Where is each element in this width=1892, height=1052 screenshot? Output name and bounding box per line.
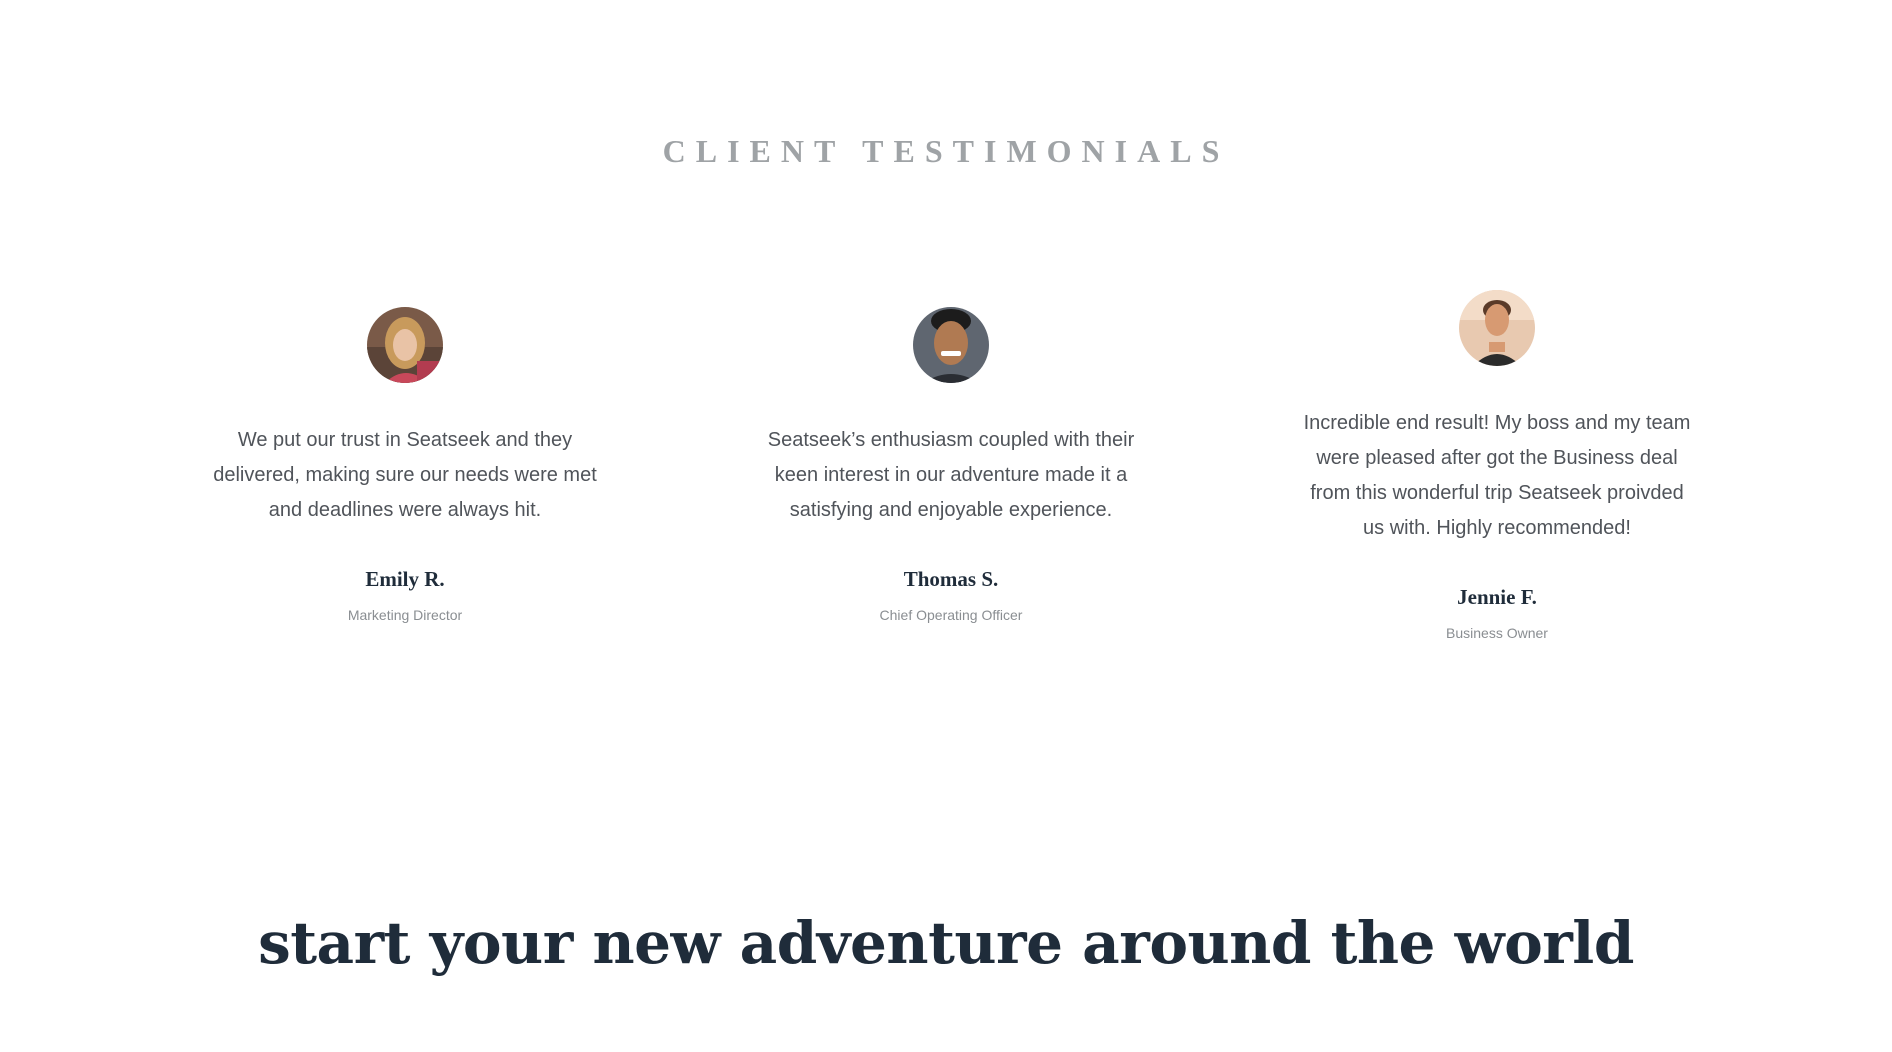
section-title: CLIENT TESTIMONIALS xyxy=(662,133,1230,169)
avatar xyxy=(913,307,989,383)
testimonial-card: Incredible end result! My boss and my te… xyxy=(1237,290,1757,642)
testimonial-quote: Seatseek’s enthusiasm coupled with their… xyxy=(767,429,1135,521)
testimonial-role: Chief Operating Officer xyxy=(879,607,1023,623)
avatar xyxy=(367,307,443,383)
cta-headline: start your new adventure around the worl… xyxy=(258,909,1634,977)
testimonial-quote: We put our trust in Seatseek and they de… xyxy=(213,429,597,521)
testimonial-card: Seatseek’s enthusiasm coupled with their… xyxy=(691,307,1211,624)
testimonial-name: Emily R. xyxy=(365,567,445,591)
testimonial-quote: Incredible end result! My boss and my te… xyxy=(1303,412,1691,539)
testimonial-name: Jennie F. xyxy=(1457,585,1537,609)
testimonial-role: Marketing Director xyxy=(347,607,463,623)
avatar xyxy=(1459,290,1535,366)
testimonial-name: Thomas S. xyxy=(903,567,999,591)
testimonial-role: Business Owner xyxy=(1446,625,1548,641)
testimonial-card: We put our trust in Seatseek and they de… xyxy=(145,307,665,624)
